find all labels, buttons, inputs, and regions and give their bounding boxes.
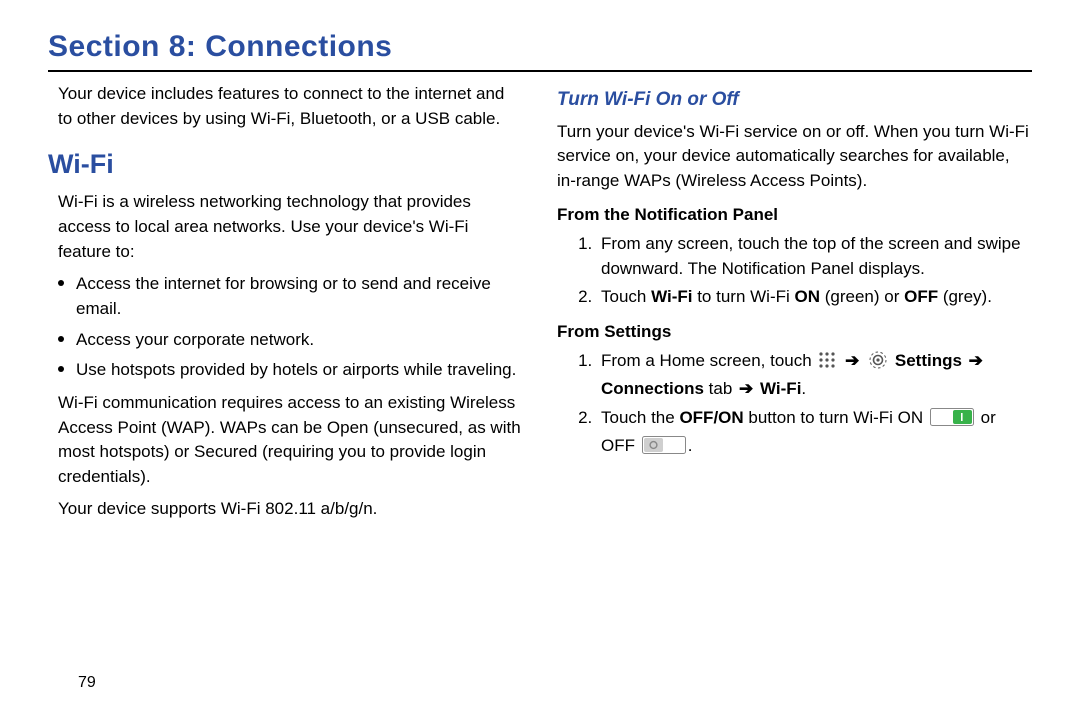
step-text: . xyxy=(688,436,693,455)
left-column: Your device includes features to connect… xyxy=(48,82,523,530)
step-text: From a Home screen, touch xyxy=(601,351,816,370)
settings-gear-icon xyxy=(868,350,888,378)
section-title: Section 8: Connections xyxy=(48,30,1032,64)
notification-panel-steps: From any screen, touch the top of the sc… xyxy=(575,232,1032,310)
wifi-description: Wi-Fi is a wireless networking technolog… xyxy=(58,190,523,264)
wifi-label: Wi-Fi xyxy=(651,287,692,306)
arrow-icon: ➔ xyxy=(845,351,859,370)
wifi-support-paragraph: Your device supports Wi-Fi 802.11 a/b/g/… xyxy=(58,497,523,522)
connections-label: Connections xyxy=(601,379,704,398)
title-rule xyxy=(48,70,1032,72)
apps-grid-icon xyxy=(818,351,836,369)
list-item: Access your corporate network. xyxy=(58,328,523,353)
manual-page: Section 8: Connections Your device inclu… xyxy=(0,0,1080,720)
step-text: to turn Wi-Fi xyxy=(692,287,794,306)
wifi-heading: Wi-Fi xyxy=(48,145,523,184)
from-settings-steps: From a Home screen, touch ➔ xyxy=(575,349,1032,462)
step-text: Touch xyxy=(601,287,651,306)
arrow-icon: ➔ xyxy=(739,379,753,398)
arrow-icon: ➔ xyxy=(969,351,983,370)
from-notification-panel-heading: From the Notification Panel xyxy=(557,203,1032,228)
step-text: (grey). xyxy=(938,287,992,306)
off-label: OFF xyxy=(904,287,938,306)
step-item: Touch the OFF/ON button to turn Wi-Fi ON… xyxy=(597,406,1032,461)
turn-wifi-intro: Turn your device's Wi-Fi service on or o… xyxy=(557,120,1032,194)
step-item: From any screen, touch the top of the sc… xyxy=(597,232,1032,281)
settings-label: Settings xyxy=(895,351,962,370)
from-settings-heading: From Settings xyxy=(557,320,1032,345)
on-label: ON xyxy=(795,287,821,306)
step-text: . xyxy=(801,379,806,398)
list-item: Use hotspots provided by hotels or airpo… xyxy=(58,358,523,383)
step-item: Touch Wi-Fi to turn Wi-Fi ON (green) or … xyxy=(597,285,1032,310)
step-text: button to turn Wi-Fi ON xyxy=(744,408,928,427)
toggle-off-icon xyxy=(642,436,686,462)
offon-label: OFF/ON xyxy=(679,408,743,427)
step-text: Touch the xyxy=(601,408,679,427)
step-text: tab xyxy=(704,379,737,398)
wifi-label: Wi-Fi xyxy=(760,379,801,398)
two-column-layout: Your device includes features to connect… xyxy=(48,82,1032,530)
turn-wifi-heading: Turn Wi-Fi On or Off xyxy=(557,86,1032,114)
step-text: (green) or xyxy=(820,287,904,306)
list-item: Access the internet for browsing or to s… xyxy=(58,272,523,321)
toggle-on-icon xyxy=(930,408,974,434)
page-number: 79 xyxy=(78,674,96,692)
intro-paragraph: Your device includes features to connect… xyxy=(58,82,523,131)
step-item: From a Home screen, touch ➔ xyxy=(597,349,1032,402)
wifi-feature-list: Access the internet for browsing or to s… xyxy=(58,272,523,383)
wap-paragraph: Wi-Fi communication requires access to a… xyxy=(58,391,523,490)
right-column: Turn Wi-Fi On or Off Turn your device's … xyxy=(557,82,1032,530)
